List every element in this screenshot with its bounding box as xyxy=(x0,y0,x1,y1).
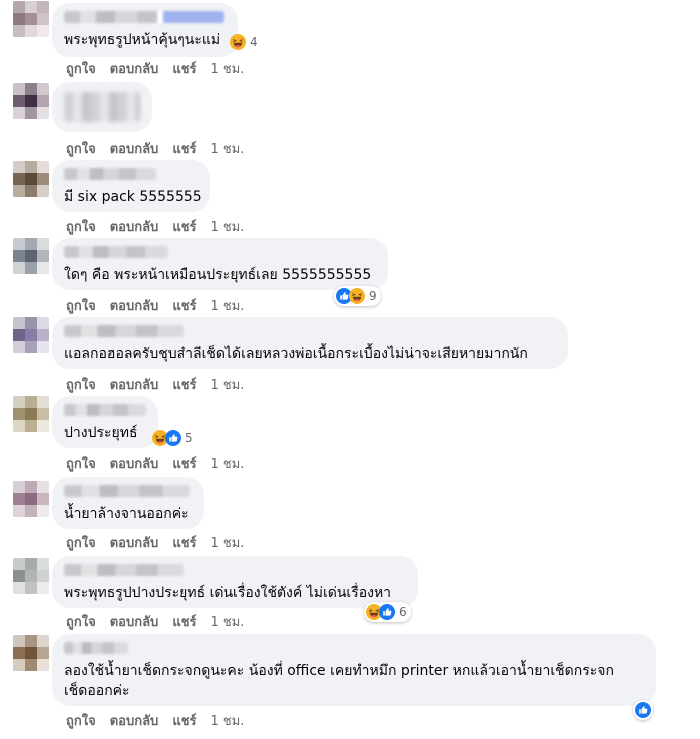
comment-actions: ถูกใจ ตอบกลับ แชร์ 1 ชม. xyxy=(66,295,258,316)
reaction-summary[interactable] xyxy=(633,700,653,720)
share-button[interactable]: แชร์ xyxy=(172,378,196,393)
reply-button[interactable]: ตอบกลับ xyxy=(110,142,159,157)
like-icon xyxy=(379,604,395,620)
like-button[interactable]: ถูกใจ xyxy=(66,615,96,630)
like-button[interactable]: ถูกใจ xyxy=(66,536,96,551)
author-name-blurred[interactable] xyxy=(64,404,146,416)
timestamp[interactable]: 1 ชม. xyxy=(211,142,245,157)
timestamp[interactable]: 1 ชม. xyxy=(211,299,245,314)
comment-actions: ถูกใจ ตอบกลับ แชร์ 1 ชม. xyxy=(66,710,258,731)
comment-bubble: น้ำยาล้างจานออกค่ะ xyxy=(52,477,204,529)
comment-text-blurred xyxy=(64,92,140,122)
like-icon xyxy=(165,430,181,446)
share-button[interactable]: แชร์ xyxy=(172,220,196,235)
reaction-summary[interactable]: 5 xyxy=(150,428,197,448)
reaction-count: 5 xyxy=(185,431,193,445)
avatar[interactable] xyxy=(13,161,49,197)
comment-text: มี six pack 5555555 xyxy=(64,189,202,205)
author-name-blurred[interactable] xyxy=(64,246,168,258)
haha-icon xyxy=(230,34,246,50)
comment-bubble xyxy=(52,82,152,132)
reply-button[interactable]: ตอบกลับ xyxy=(110,457,159,472)
timestamp[interactable]: 1 ชม. xyxy=(211,457,245,472)
share-button[interactable]: แชร์ xyxy=(172,299,196,314)
avatar[interactable] xyxy=(13,396,49,432)
comment-bubble: ปางประยุทธ์ xyxy=(52,396,158,448)
reply-button[interactable]: ตอบกลับ xyxy=(110,62,159,77)
comment-actions: ถูกใจ ตอบกลับ แชร์ 1 ชม. xyxy=(66,532,258,553)
like-icon xyxy=(635,702,651,718)
avatar[interactable] xyxy=(13,481,49,517)
reaction-count: 9 xyxy=(369,289,377,303)
reply-button[interactable]: ตอบกลับ xyxy=(110,299,159,314)
reaction-count: 4 xyxy=(250,35,258,49)
comment-text: ใดๆ คือ พระหน้าเหมือนประยุทธ์เลย 5555555… xyxy=(64,267,372,283)
reply-button[interactable]: ตอบกลับ xyxy=(110,378,159,393)
comment-actions: ถูกใจ ตอบกลับ แชร์ 1 ชม. xyxy=(66,453,258,474)
like-button[interactable]: ถูกใจ xyxy=(66,62,96,77)
share-button[interactable]: แชร์ xyxy=(172,714,196,729)
avatar[interactable] xyxy=(13,635,49,671)
comment-actions: ถูกใจ ตอบกลับ แชร์ 1 ชม. xyxy=(66,611,258,632)
reply-button[interactable]: ตอบกลับ xyxy=(110,220,159,235)
comment-bubble: ลองใช้น้ำยาเช็ดกระจกดูนะคะ น้องที่ offic… xyxy=(52,634,656,706)
comment-bubble: พระพุทธรูปปางประยุทธ์ เด่นเรื่องใช้ตังค์… xyxy=(52,556,418,608)
share-button[interactable]: แชร์ xyxy=(172,615,196,630)
reaction-summary[interactable]: 4 xyxy=(228,32,262,52)
comment-bubble: แอลกอฮอลครับชุบสำลีเช็ดได้เลยหลวงพ่อเนื้… xyxy=(52,317,568,369)
author-name-blurred[interactable] xyxy=(64,642,128,654)
like-button[interactable]: ถูกใจ xyxy=(66,299,96,314)
avatar[interactable] xyxy=(13,558,49,594)
comment-actions: ถูกใจ ตอบกลับ แชร์ 1 ชม. xyxy=(66,374,258,395)
timestamp[interactable]: 1 ชม. xyxy=(211,220,245,235)
timestamp[interactable]: 1 ชม. xyxy=(211,615,245,630)
share-button[interactable]: แชร์ xyxy=(172,457,196,472)
like-button[interactable]: ถูกใจ xyxy=(66,714,96,729)
avatar[interactable] xyxy=(13,317,49,353)
comment-bubble: พระพุทธรูปหน้าคุ้นๆนะแม่ xyxy=(52,3,238,57)
comment-actions: ถูกใจ ตอบกลับ แชร์ 1 ชม. xyxy=(66,138,258,159)
like-button[interactable]: ถูกใจ xyxy=(66,378,96,393)
comment-actions: ถูกใจ ตอบกลับ แชร์ 1 ชม. xyxy=(66,216,258,237)
comment-text: น้ำยาล้างจานออกค่ะ xyxy=(64,506,189,522)
comment-text: ปางประยุทธ์ xyxy=(64,425,138,441)
author-name-blurred[interactable] xyxy=(64,11,224,23)
like-button[interactable]: ถูกใจ xyxy=(66,142,96,157)
timestamp[interactable]: 1 ชม. xyxy=(211,714,245,729)
author-name-blurred[interactable] xyxy=(64,168,156,180)
author-name-blurred[interactable] xyxy=(64,485,190,497)
timestamp[interactable]: 1 ชม. xyxy=(211,536,245,551)
haha-icon xyxy=(349,288,365,304)
like-button[interactable]: ถูกใจ xyxy=(66,457,96,472)
comment-bubble: มี six pack 5555555 xyxy=(52,160,210,212)
comment-text: ลองใช้น้ำยาเช็ดกระจกดูนะคะ น้องที่ offic… xyxy=(64,663,614,699)
comment-text: พระพุทธรูปหน้าคุ้นๆนะแม่ xyxy=(64,32,221,48)
reaction-summary[interactable]: 6 xyxy=(364,602,411,622)
like-button[interactable]: ถูกใจ xyxy=(66,220,96,235)
comment-bubble: ใดๆ คือ พระหน้าเหมือนประยุทธ์เลย 5555555… xyxy=(52,238,388,290)
author-name-blurred[interactable] xyxy=(64,325,184,337)
avatar[interactable] xyxy=(13,238,49,274)
share-button[interactable]: แชร์ xyxy=(172,62,196,77)
reaction-summary[interactable]: 9 xyxy=(334,286,381,306)
share-button[interactable]: แชร์ xyxy=(172,536,196,551)
reply-button[interactable]: ตอบกลับ xyxy=(110,536,159,551)
comment-actions: ถูกใจ ตอบกลับ แชร์ 1 ชม. xyxy=(66,58,258,79)
timestamp[interactable]: 1 ชม. xyxy=(211,62,245,77)
author-name-blurred[interactable] xyxy=(64,564,184,576)
comment-text: แอลกอฮอลครับชุบสำลีเช็ดได้เลยหลวงพ่อเนื้… xyxy=(64,346,528,362)
share-button[interactable]: แชร์ xyxy=(172,142,196,157)
comment-text: พระพุทธรูปปางประยุทธ์ เด่นเรื่องใช้ตังค์… xyxy=(64,585,392,601)
reply-button[interactable]: ตอบกลับ xyxy=(110,615,159,630)
avatar[interactable] xyxy=(13,83,49,119)
reply-button[interactable]: ตอบกลับ xyxy=(110,714,159,729)
timestamp[interactable]: 1 ชม. xyxy=(211,378,245,393)
avatar[interactable] xyxy=(13,1,49,37)
reaction-count: 6 xyxy=(399,605,407,619)
